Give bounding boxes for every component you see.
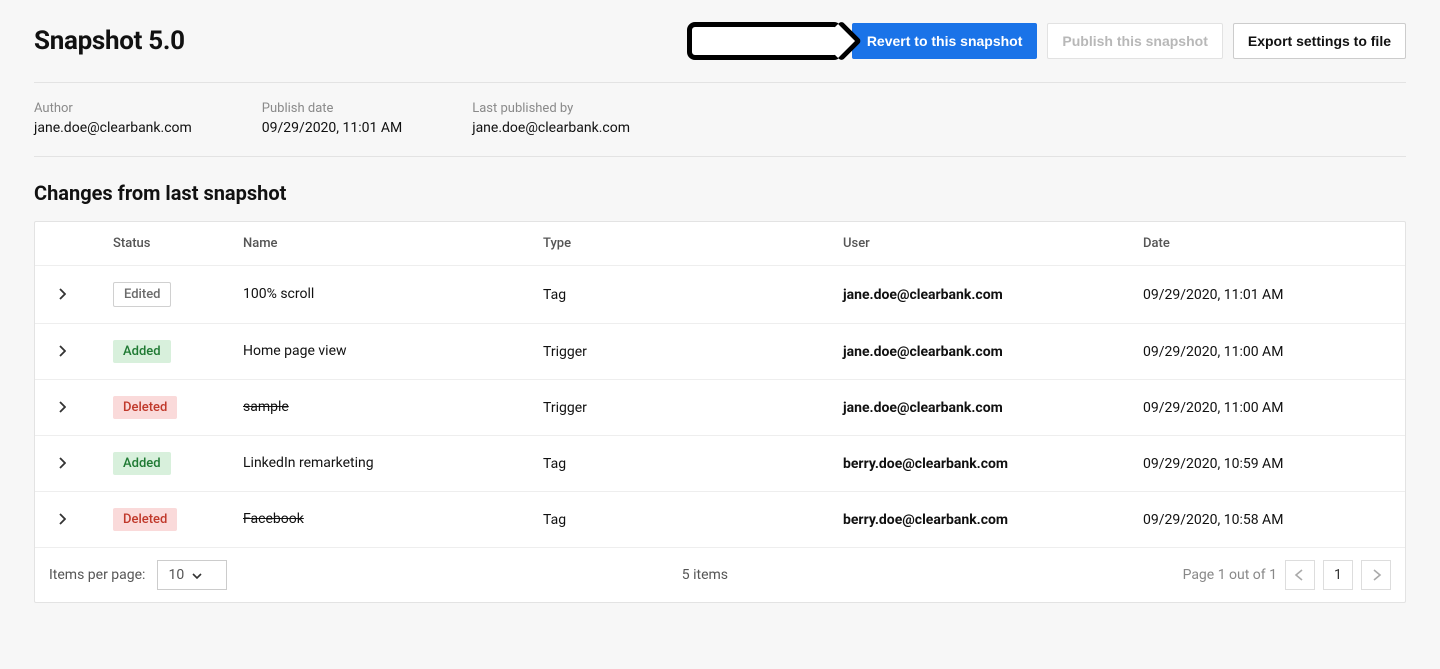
status-badge: Deleted — [113, 508, 177, 531]
row-type: Trigger — [543, 400, 843, 416]
row-type: Trigger — [543, 344, 843, 360]
page-number: 1 — [1323, 560, 1353, 590]
status-badge: Deleted — [113, 396, 177, 419]
chevron-down-icon — [192, 567, 202, 583]
table-header: Status Name Type User Date — [35, 222, 1405, 265]
changes-section-title: Changes from last snapshot — [34, 181, 1406, 205]
expand-row-button[interactable] — [53, 454, 71, 472]
divider — [34, 156, 1406, 157]
changes-table: Status Name Type User Date Edited 100% sc… — [34, 221, 1406, 603]
items-count: 5 items — [682, 567, 728, 583]
status-badge: Edited — [113, 282, 171, 307]
next-page-button[interactable] — [1361, 560, 1391, 590]
row-user: jane.doe@clearbank.com — [843, 287, 1143, 303]
row-date: 09/29/2020, 11:00 AM — [1143, 400, 1387, 416]
publish-date-value: 09/29/2020, 11:01 AM — [262, 120, 402, 136]
row-name: 100% scroll — [243, 285, 503, 304]
row-name: Home page view — [243, 342, 503, 361]
export-button[interactable]: Export settings to file — [1233, 23, 1406, 59]
page-title: Snapshot 5.0 — [34, 26, 185, 56]
row-date: 09/29/2020, 11:01 AM — [1143, 287, 1387, 303]
header-actions: Revert to this snapshot Publish this sna… — [687, 22, 1406, 60]
status-badge: Added — [113, 452, 171, 475]
row-user: berry.doe@clearbank.com — [843, 456, 1143, 472]
page-info: Page 1 out of 1 — [1183, 567, 1277, 583]
table-row: Deleted Facebook Tagberry.doe@clearbank.co… — [35, 491, 1405, 547]
table-row: Deleted sample Triggerjane.doe@clearbank.c… — [35, 379, 1405, 435]
col-user: User — [843, 236, 1143, 251]
col-date: Date — [1143, 236, 1387, 251]
table-footer: Items per page: 10 5 items Page 1 out of… — [35, 547, 1405, 602]
row-user: jane.doe@clearbank.com — [843, 400, 1143, 416]
row-type: Tag — [543, 512, 843, 528]
author-label: Author — [34, 101, 192, 116]
status-badge: Added — [113, 340, 171, 363]
col-type: Type — [543, 236, 843, 251]
row-name: Facebook — [243, 510, 503, 529]
col-status: Status — [113, 236, 243, 251]
table-row: Added Home page view Triggerjane.doe@clear… — [35, 323, 1405, 379]
col-name: Name — [243, 236, 543, 251]
table-row: Edited 100% scroll Tagjane.doe@clearbank.c… — [35, 265, 1405, 323]
row-date: 09/29/2020, 10:58 AM — [1143, 512, 1387, 528]
row-date: 09/29/2020, 11:00 AM — [1143, 344, 1387, 360]
table-row: Added LinkedIn remarketing Tagberry.doe@cl… — [35, 435, 1405, 491]
author-value: jane.doe@clearbank.com — [34, 120, 192, 136]
publish-button: Publish this snapshot — [1047, 23, 1222, 59]
revert-button[interactable]: Revert to this snapshot — [852, 23, 1038, 59]
expand-row-button[interactable] — [53, 342, 71, 360]
last-published-by-label: Last published by — [472, 101, 630, 116]
items-per-page-label: Items per page: — [49, 567, 145, 583]
items-per-page-value: 10 — [168, 567, 184, 583]
tag-icon — [687, 22, 842, 60]
expand-row-button[interactable] — [53, 510, 71, 528]
row-date: 09/29/2020, 10:59 AM — [1143, 456, 1387, 472]
publish-date-label: Publish date — [262, 101, 402, 116]
row-user: jane.doe@clearbank.com — [843, 344, 1143, 360]
row-name: LinkedIn remarketing — [243, 454, 503, 473]
row-user: berry.doe@clearbank.com — [843, 512, 1143, 528]
row-type: Tag — [543, 456, 843, 472]
row-name: sample — [243, 398, 503, 417]
meta-row: Author jane.doe@clearbank.com Publish da… — [34, 83, 1406, 156]
prev-page-button[interactable] — [1285, 560, 1315, 590]
expand-row-button[interactable] — [53, 398, 71, 416]
last-published-by-value: jane.doe@clearbank.com — [472, 120, 630, 136]
items-per-page-select[interactable]: 10 — [157, 560, 227, 590]
expand-row-button[interactable] — [53, 285, 71, 303]
row-type: Tag — [543, 287, 843, 303]
